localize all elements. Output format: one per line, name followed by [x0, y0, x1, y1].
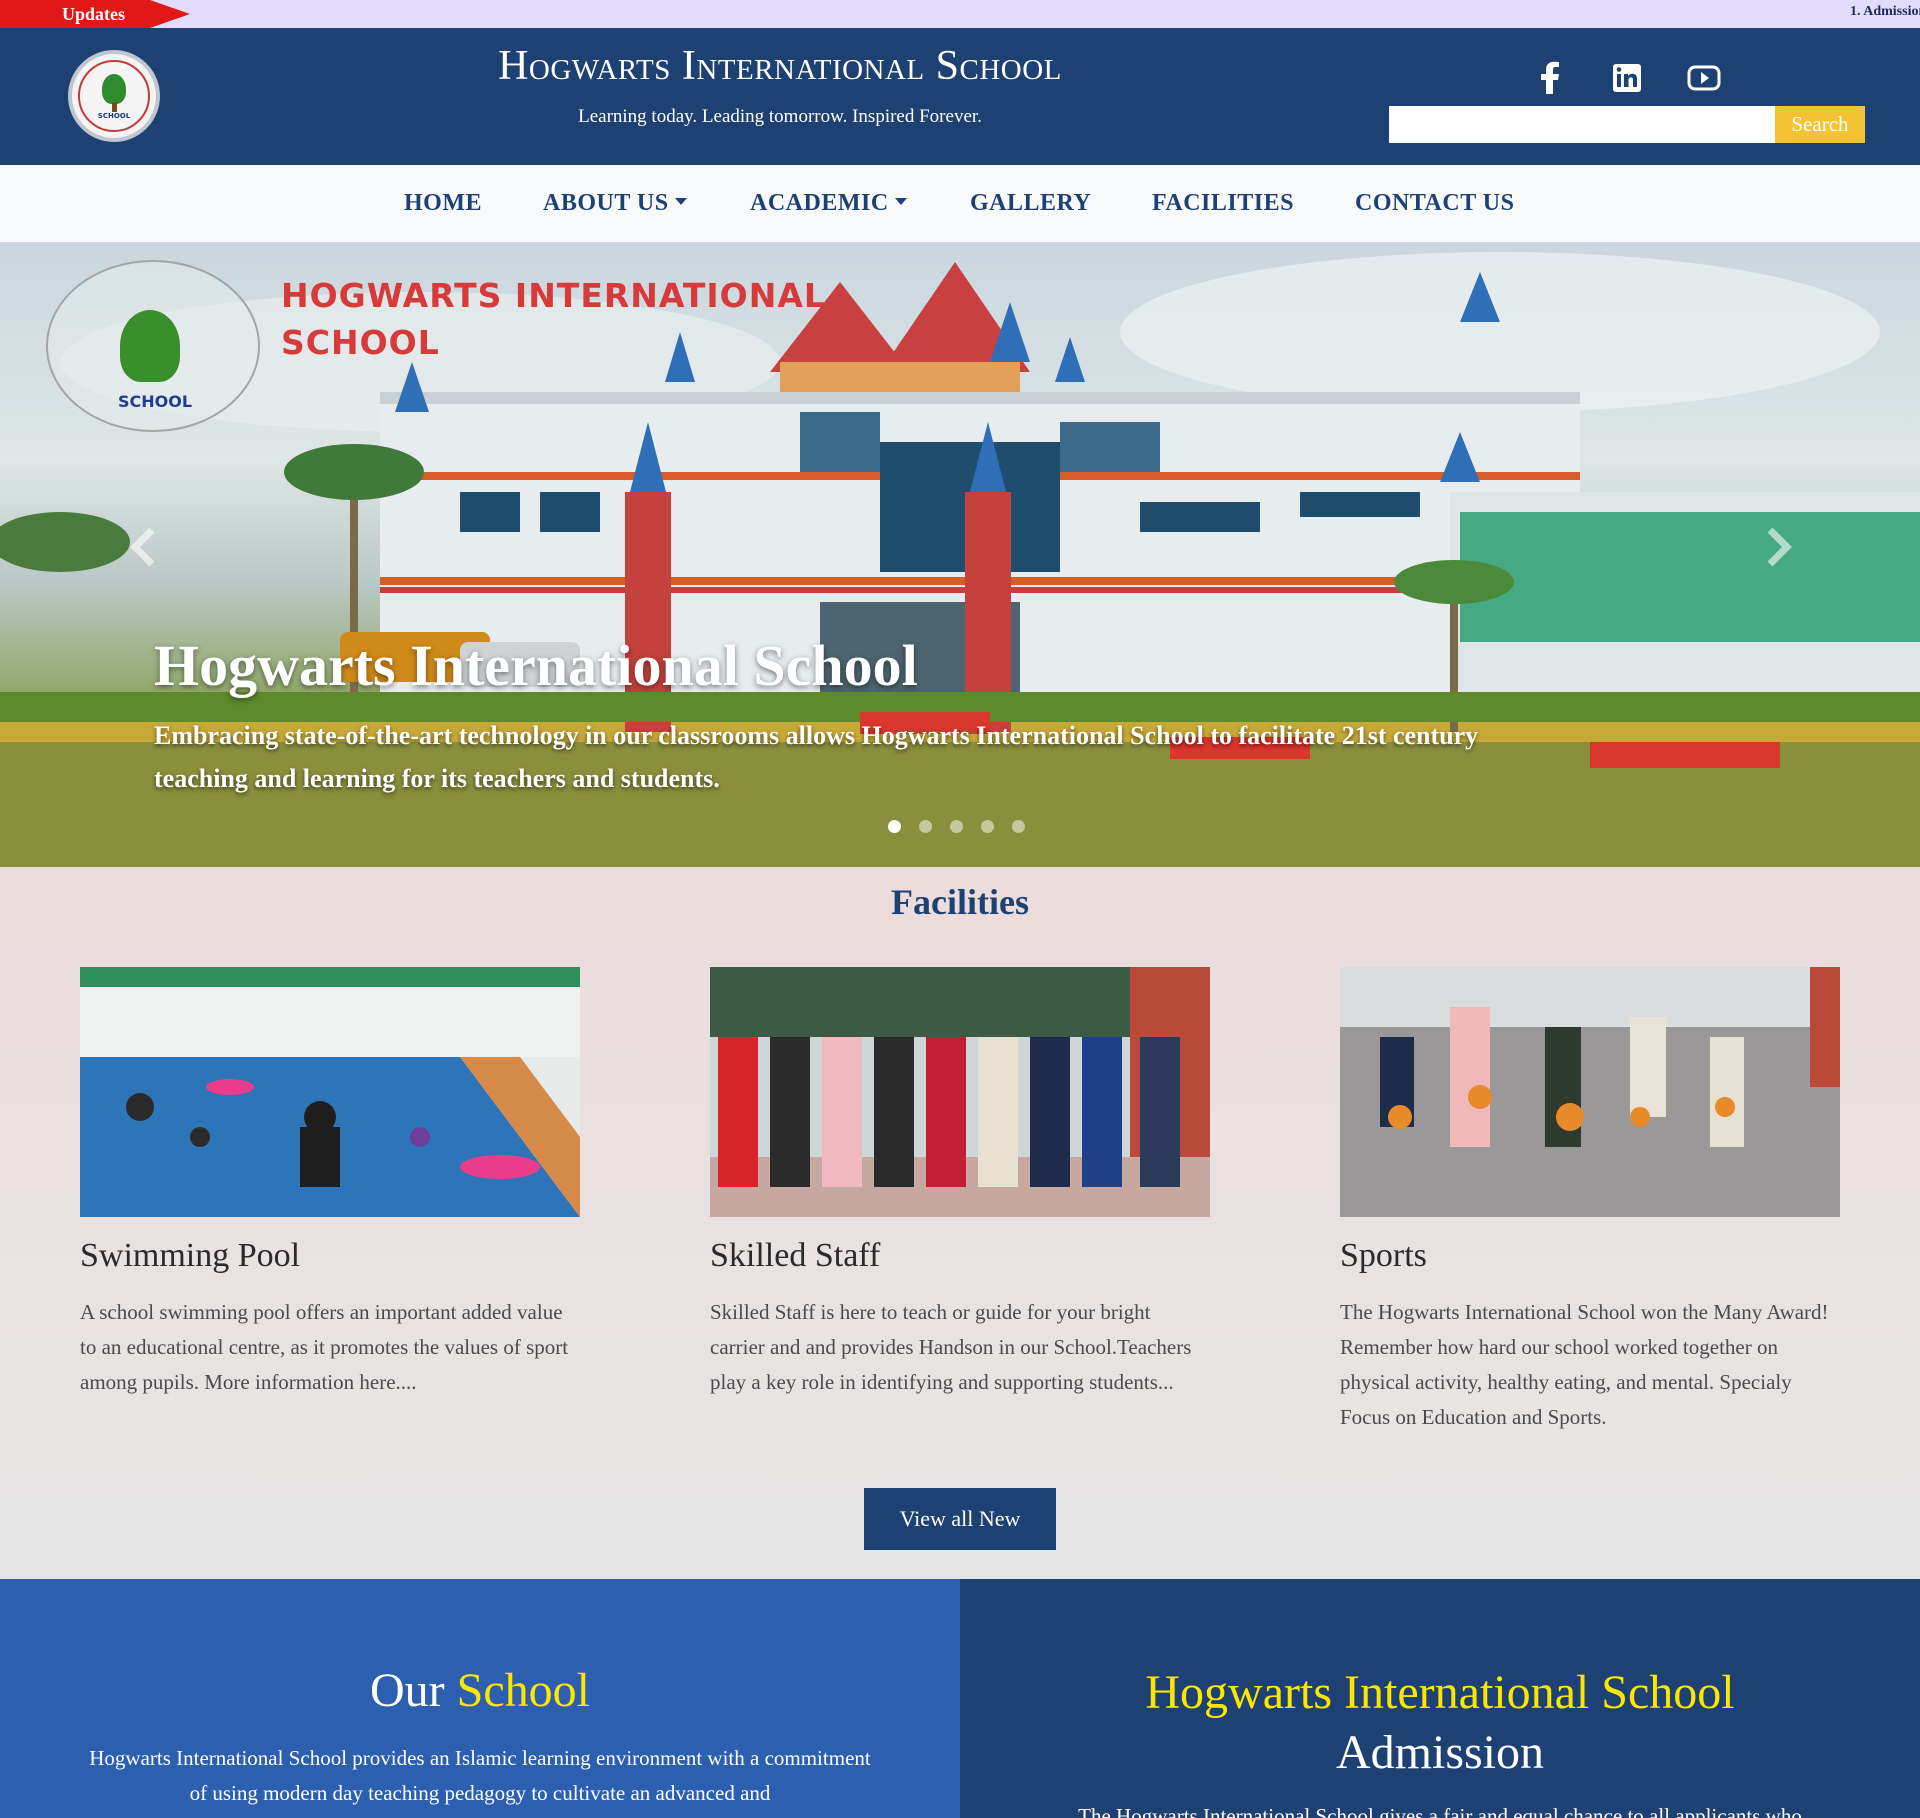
our-school-title-part2: School [456, 1664, 590, 1717]
nav-facilities-label: FACILITIES [1152, 190, 1294, 216]
site-header: SCHOOL Hogwarts International School Lea… [0, 28, 1920, 165]
site-title: Hogwarts International School [498, 43, 1062, 89]
site-tagline: Learning today. Leading tomorrow. Inspir… [578, 106, 982, 127]
facilities-section: Facilities Swimming Pool A school swimmi… [0, 867, 1920, 1579]
view-all-button[interactable]: View all New [864, 1488, 1056, 1550]
nav-academic[interactable]: ACADEMIC [750, 165, 907, 242]
admission-panel: Hogwarts International School Admission … [960, 1579, 1920, 1818]
hero-heading: Hogwarts International School [154, 633, 918, 698]
logo-trunk [112, 102, 117, 112]
card-text-swimming-pool: A school swimming pool offers an importa… [80, 1300, 569, 1394]
main-navbar: HOME ABOUT US ACADEMIC GALLERY FACILITIE… [0, 165, 1920, 242]
facility-card-swimming-pool: Swimming Pool A school swimming pool off… [80, 967, 580, 1400]
admission-subtitle: Admission [1335, 1726, 1545, 1779]
hero-logo-image: SCHOOL [46, 260, 260, 432]
search-input[interactable] [1389, 106, 1775, 143]
nav-home-label: HOME [404, 190, 482, 216]
linkedin-icon[interactable] [1607, 58, 1647, 98]
card-title-swimming-pool: Swimming Pool [80, 1237, 301, 1274]
hero-caption: Embracing state-of-the-art technology in… [154, 721, 1479, 793]
search-button[interactable]: Search [1775, 106, 1865, 143]
youtube-icon[interactable] [1684, 58, 1724, 98]
card-text-sports: The Hogwarts International School won th… [1340, 1300, 1829, 1429]
facility-card-sports: Sports The Hogwarts International School… [1340, 967, 1840, 1435]
caret-down-icon [894, 197, 907, 205]
carousel-indicators [888, 820, 1043, 838]
updates-ticker: Updates 1. Admission [0, 0, 1920, 28]
facility-card-skilled-staff: Skilled Staff Skilled Staff is here to t… [710, 967, 1210, 1400]
nav-about-us[interactable]: ABOUT US [543, 165, 687, 242]
hero-brand-line2: SCHOOL [281, 323, 440, 362]
hero-brand-text: HOGWARTS INTERNATIONAL SCHOOL [281, 272, 826, 366]
our-school-title-part1: Our [370, 1664, 445, 1717]
admission-text: The Hogwarts International School gives … [1078, 1804, 1802, 1818]
logo-tree-icon [102, 74, 126, 104]
hero-logo-tree-icon [120, 310, 180, 382]
skilled-staff-image [710, 967, 1210, 1217]
carousel-dot-5[interactable] [1012, 820, 1025, 833]
nav-home[interactable]: HOME [404, 165, 482, 242]
carousel-prev-arrow-icon[interactable] [120, 522, 170, 572]
card-title-sports: Sports [1340, 1237, 1427, 1274]
card-title-skilled-staff: Skilled Staff [710, 1237, 881, 1274]
nav-about-us-label: ABOUT US [543, 190, 669, 216]
caret-down-icon [674, 197, 687, 205]
nav-academic-label: ACADEMIC [750, 190, 889, 216]
carousel-dot-4[interactable] [981, 820, 994, 833]
nav-contact-us-label: CONTACT US [1355, 190, 1515, 216]
carousel-dot-3[interactable] [950, 820, 963, 833]
our-school-panel: Our School Hogwarts International School… [0, 1579, 960, 1818]
nav-gallery[interactable]: GALLERY [970, 165, 1091, 242]
nav-gallery-label: GALLERY [970, 190, 1092, 216]
carousel-dot-2[interactable] [919, 820, 932, 833]
ticker-marquee-text[interactable]: 1. Admission [1850, 0, 1920, 24]
hero-brand-line1: HOGWARTS INTERNATIONAL [281, 276, 826, 315]
admission-title: Hogwarts International School [1145, 1666, 1735, 1719]
facilities-title: Facilities [891, 882, 1029, 922]
school-logo[interactable]: SCHOOL [68, 50, 160, 142]
nav-contact-us[interactable]: CONTACT US [1355, 165, 1514, 242]
card-text-skilled-staff: Skilled Staff is here to teach or guide … [710, 1300, 1192, 1394]
carousel-dot-1[interactable] [888, 820, 901, 833]
logo-text: SCHOOL [97, 112, 131, 120]
nav-facilities[interactable]: FACILITIES [1152, 165, 1294, 242]
updates-label: Updates [0, 0, 190, 28]
carousel-next-arrow-icon[interactable] [1752, 522, 1802, 572]
our-school-title: Our School [0, 1663, 960, 1718]
hero-logo-text: SCHOOL [117, 392, 193, 411]
sports-image [1340, 967, 1840, 1217]
our-school-text: Hogwarts International School provides a… [89, 1746, 871, 1805]
hero-carousel: SCHOOL HOGWARTS INTERNATIONAL SCHOOL Hog… [0, 242, 1920, 867]
swimming-pool-image [80, 967, 580, 1217]
facebook-icon[interactable] [1531, 58, 1571, 98]
